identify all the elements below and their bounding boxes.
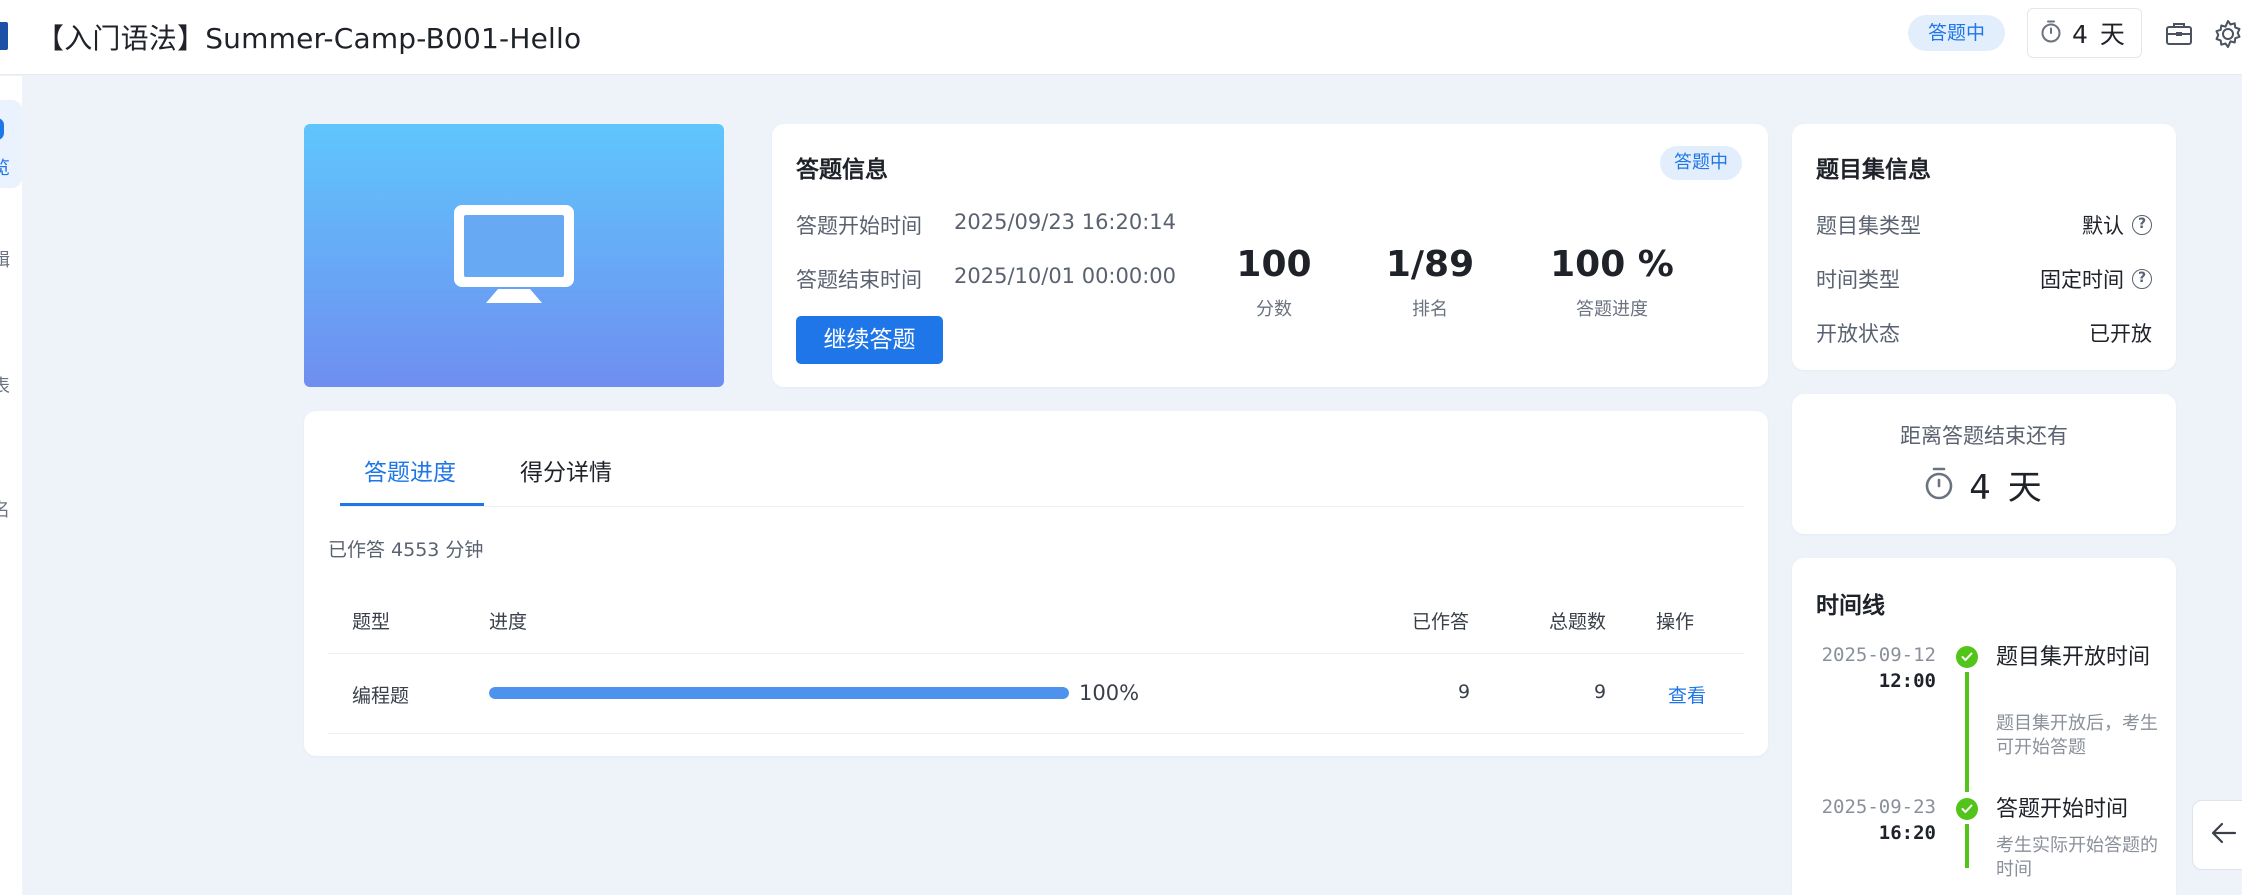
view-link[interactable]: 查看 [1668, 681, 1706, 708]
start-time-label: 答题开始时间 [796, 214, 922, 238]
timeline-description: 题目集开放后，考生可开始答题 [1996, 713, 2158, 758]
open-status-label: 开放状态 [1816, 322, 1900, 346]
column-header-progress: 进度 [489, 611, 528, 633]
countdown-text: 4 天 [1969, 468, 2045, 508]
active-tab-indicator [340, 503, 484, 506]
card-title: 时间线 [1816, 593, 1885, 619]
score-value: 100 [1236, 244, 1312, 285]
progress-label: 答题进度 [1576, 299, 1648, 320]
timer-text: 4 天 [2072, 20, 2127, 49]
answer-info-card: 答题信息 答题中 答题开始时间 2025/09/23 16:20:14 答题结束… [772, 124, 1768, 387]
column-header-total: 总题数 [1549, 611, 1607, 633]
stopwatch-icon [1923, 466, 1955, 504]
score-stat: 100 分数 [1224, 244, 1324, 321]
set-type-value: 默认 ? [2082, 210, 2152, 240]
timeline-connector [1965, 672, 1969, 792]
row-divider [328, 653, 1744, 654]
problem-set-info-card: 题目集信息 题目集类型 默认 ? 时间类型 固定时间 ? 开放状态 已开放 [1792, 124, 2176, 370]
timeline-time: 12:00 [1878, 670, 1936, 692]
timeline-time: 16:20 [1878, 822, 1936, 844]
timeline-description: 考生实际开始答题的时间 [1996, 835, 2158, 880]
time-type-label: 时间类型 [1816, 268, 1900, 292]
sidebar-item-label[interactable]: 辑 [0, 246, 10, 272]
row-progress-percent: 100% [1079, 681, 1140, 705]
timeline-title: 答题开始时间 [1996, 797, 2129, 822]
continue-button[interactable]: 继续答题 [796, 316, 943, 364]
tab-divider [340, 506, 1744, 507]
timeline-date: 2025-09-23 [1821, 796, 1936, 818]
tab-score-details[interactable]: 得分详情 [520, 453, 612, 487]
tab-answer-progress[interactable]: 答题进度 [364, 453, 456, 487]
column-header-answered: 已作答 [1412, 611, 1470, 633]
row-divider [328, 733, 1744, 734]
collapse-panel-button[interactable] [2192, 800, 2242, 870]
progress-stat: 100 % 答题进度 [1532, 244, 1692, 321]
start-time-value: 2025/09/23 16:20:14 [954, 210, 1177, 234]
card-title: 题目集信息 [1816, 157, 1931, 183]
timeline-card: 时间线 2025-09-12 12:00 题目集开放时间 题目集开放后，考生可开… [1792, 558, 2176, 895]
timeline-connector [1965, 824, 1969, 868]
end-time-label: 答题结束时间 [796, 268, 922, 292]
logo[interactable] [0, 22, 8, 50]
sidebar-item-label[interactable]: 表 [0, 372, 10, 398]
arrow-left-icon [2211, 822, 2237, 848]
countdown-card: 距离答题结束还有 4 天 [1792, 394, 2176, 534]
check-icon [1956, 798, 1978, 820]
gear-icon[interactable] [2212, 18, 2242, 50]
status-badge: 答题中 [1908, 15, 2006, 51]
progress-value: 100 % [1550, 244, 1674, 285]
timeline-title: 题目集开放时间 [1996, 645, 2151, 670]
countdown-label: 距离答题结束还有 [1900, 424, 2068, 448]
row-answered: 9 [1458, 681, 1471, 703]
set-type-label: 题目集类型 [1816, 214, 1921, 238]
row-total: 9 [1594, 681, 1607, 703]
set-type-text: 默认 [2082, 214, 2124, 238]
card-title: 答题信息 [796, 157, 888, 183]
help-icon[interactable]: ? [2132, 215, 2152, 235]
stopwatch-icon [2040, 19, 2062, 47]
open-status-text: 已开放 [2089, 322, 2152, 346]
rank-value: 1/89 [1385, 244, 1475, 285]
score-label: 分数 [1256, 299, 1292, 320]
status-badge: 答题中 [1660, 146, 1742, 180]
elapsed-time: 已作答 4553 分钟 [328, 539, 484, 561]
top-bar: 【入门语法】Summer-Camp-B001-Hello 答题中 4 天 [0, 0, 2242, 75]
column-header-action: 操作 [1656, 611, 1695, 633]
rank-label: 排名 [1412, 299, 1448, 320]
end-time-value: 2025/10/01 00:00:00 [954, 264, 1177, 288]
progress-bar [489, 687, 1069, 699]
toolbox-icon[interactable] [2163, 18, 2195, 50]
rank-stat: 1/89 排名 [1370, 244, 1490, 321]
page-title: 【入门语法】Summer-Camp-B001-Hello [36, 22, 582, 55]
sidebar: 览 辑 表 名 [0, 76, 22, 895]
open-status-value: 已开放 [2089, 318, 2152, 348]
time-type-value: 固定时间 ? [2040, 264, 2152, 294]
timer-display: 4 天 [2027, 8, 2142, 58]
progress-bar-fill [489, 687, 1069, 699]
time-type-text: 固定时间 [2040, 268, 2124, 292]
check-icon [1956, 646, 1978, 668]
timeline-date: 2025-09-12 [1821, 644, 1936, 666]
sidebar-item-label[interactable]: 名 [0, 496, 10, 522]
progress-card: 答题进度 得分详情 已作答 4553 分钟 题型 进度 已作答 总题数 操作 编… [304, 411, 1768, 756]
row-type: 编程题 [352, 685, 410, 707]
sidebar-item-label[interactable]: 览 [0, 154, 10, 180]
monitor-icon [452, 203, 576, 309]
cover-image [304, 124, 724, 387]
column-header-type: 题型 [352, 611, 391, 633]
countdown-value: 4 天 [1792, 460, 2176, 509]
help-icon[interactable]: ? [2132, 269, 2152, 289]
